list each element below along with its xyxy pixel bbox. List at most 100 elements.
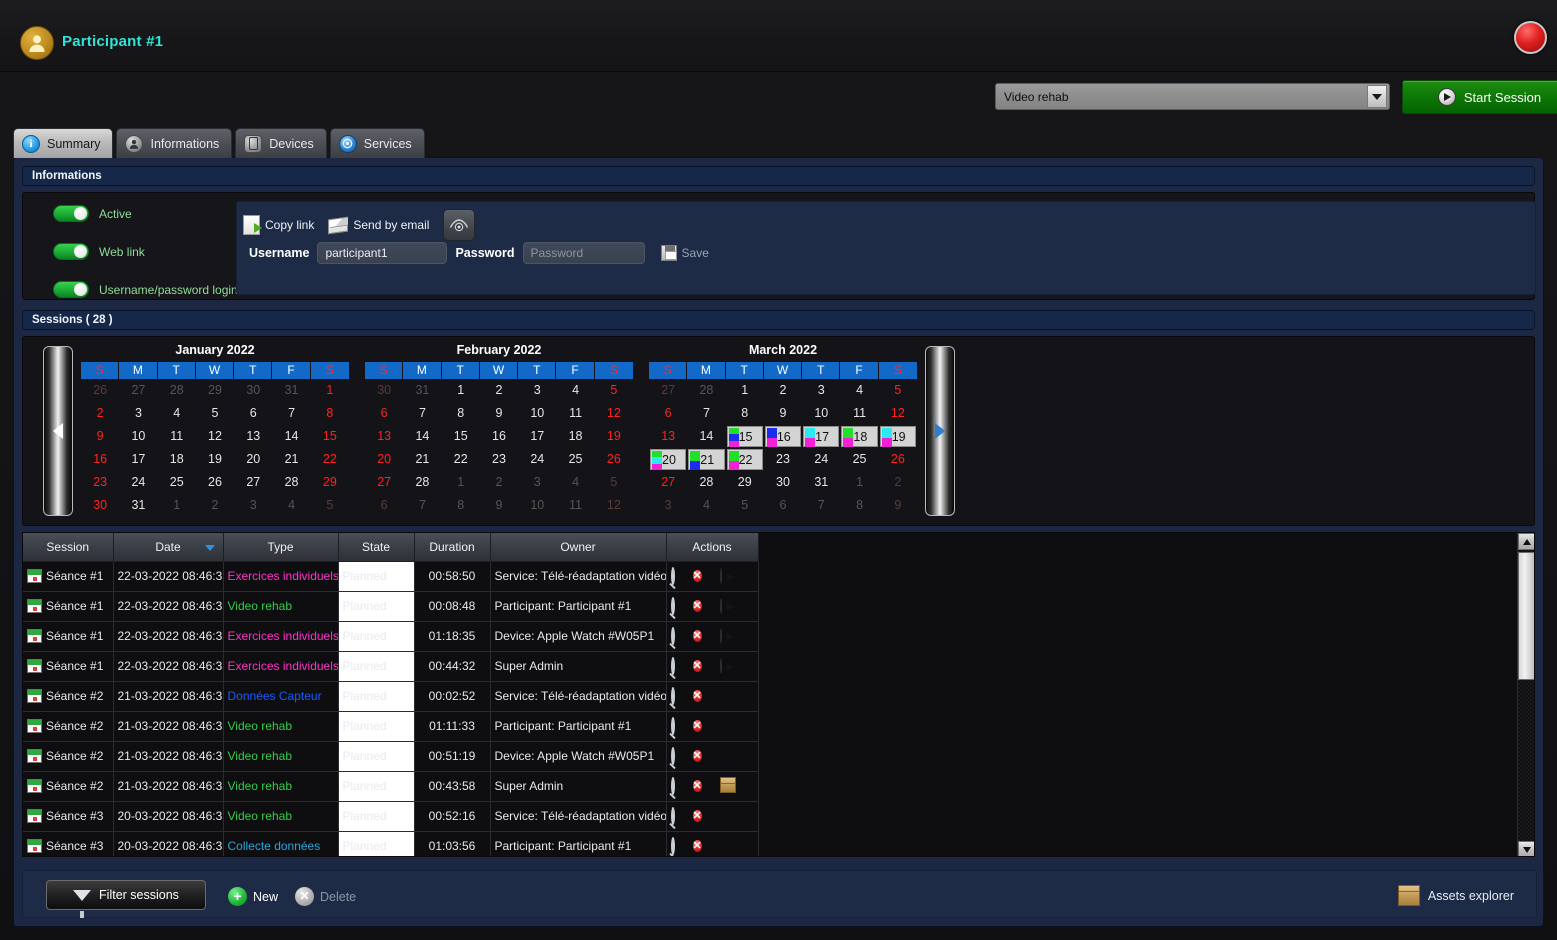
- delete-session-icon[interactable]: ✕: [692, 718, 702, 735]
- calendar-day[interactable]: 31: [119, 494, 157, 517]
- calendar-day[interactable]: 24: [802, 448, 840, 471]
- calendar-day[interactable]: 2: [196, 494, 234, 517]
- calendar-day[interactable]: 16: [81, 448, 119, 471]
- calendar-day[interactable]: 7: [403, 494, 441, 517]
- calendar-day-marked[interactable]: 19: [879, 426, 916, 447]
- calendar-day[interactable]: 5: [879, 379, 917, 402]
- calendar-day[interactable]: 5: [726, 494, 764, 517]
- tab-summary[interactable]: i Summary: [13, 128, 114, 158]
- calendar-day[interactable]: 7: [802, 494, 840, 517]
- calendar-day[interactable]: 13: [234, 425, 272, 448]
- calendar-day[interactable]: 2: [480, 379, 518, 402]
- calendar-day[interactable]: 6: [365, 494, 403, 517]
- view-session-icon[interactable]: [670, 657, 675, 675]
- calendar-day[interactable]: 5: [196, 402, 234, 425]
- calendar-day[interactable]: 16: [480, 425, 518, 448]
- calendar-day-marked[interactable]: 22: [726, 449, 763, 470]
- view-session-icon[interactable]: [670, 687, 675, 705]
- calendar-day[interactable]: 9: [879, 494, 917, 517]
- calendar-day[interactable]: 1: [442, 379, 480, 402]
- calendar-day[interactable]: 26: [879, 448, 917, 471]
- calendar-day[interactable]: 22: [311, 448, 349, 471]
- calendar-day-marked[interactable]: 20: [650, 449, 687, 470]
- calendar-day[interactable]: 27: [234, 471, 272, 494]
- calendar-day[interactable]: 11: [158, 425, 196, 448]
- calendar-day[interactable]: 27: [649, 379, 687, 402]
- calendar-day[interactable]: 10: [119, 425, 157, 448]
- calendar-day[interactable]: 23: [764, 448, 802, 471]
- calendar-day[interactable]: 3: [649, 494, 687, 517]
- password-input[interactable]: Password: [522, 242, 645, 264]
- view-session-icon[interactable]: [670, 837, 675, 855]
- calendar-day[interactable]: 4: [556, 471, 594, 494]
- calendar-day[interactable]: 12: [879, 402, 917, 425]
- calendar-day[interactable]: 8: [311, 402, 349, 425]
- calendar-day[interactable]: 12: [595, 494, 633, 517]
- view-session-icon[interactable]: [670, 717, 675, 735]
- calendar-day[interactable]: 7: [272, 402, 310, 425]
- session-type-select[interactable]: Video rehab: [995, 83, 1390, 110]
- calendar-day[interactable]: 30: [365, 379, 403, 402]
- chevron-down-icon[interactable]: [1367, 85, 1387, 108]
- calendar-day[interactable]: 2: [81, 402, 119, 425]
- table-header-duration[interactable]: Duration: [414, 533, 491, 562]
- calendar-day[interactable]: 8: [442, 494, 480, 517]
- calendar-day[interactable]: 17: [119, 448, 157, 471]
- calendar-day[interactable]: 22: [442, 448, 480, 471]
- calendar-day[interactable]: 7: [403, 402, 441, 425]
- calendar-day[interactable]: 5: [595, 471, 633, 494]
- calendar-day[interactable]: 28: [687, 471, 725, 494]
- calendar-day[interactable]: 21: [403, 448, 441, 471]
- record-dot-icon[interactable]: [1514, 21, 1547, 54]
- table-row[interactable]: Séance #3 20-03-2022 08:46:35 Video rehab P…: [23, 801, 759, 832]
- calendar-day[interactable]: 11: [556, 494, 594, 517]
- assets-box-icon[interactable]: [719, 776, 736, 796]
- calendar-day[interactable]: 9: [764, 402, 802, 425]
- calendar-day[interactable]: 31: [802, 471, 840, 494]
- calendar-day[interactable]: 19: [595, 425, 633, 448]
- calendar-day[interactable]: 27: [649, 471, 687, 494]
- calendar-day-marked[interactable]: 21: [688, 449, 725, 470]
- table-row[interactable]: Séance #1 22-03-2022 08:46:35 Exercices in…: [23, 651, 759, 682]
- calendar-day[interactable]: 11: [556, 402, 594, 425]
- calendar-day[interactable]: 4: [840, 379, 878, 402]
- calendar-day[interactable]: 11: [840, 402, 878, 425]
- calendar-day[interactable]: 6: [234, 402, 272, 425]
- delete-session-icon[interactable]: ✕: [692, 598, 702, 615]
- calendar-day[interactable]: 27: [365, 471, 403, 494]
- calendar-day[interactable]: 8: [442, 402, 480, 425]
- calendar-day[interactable]: 6: [764, 494, 802, 517]
- calendar-day[interactable]: 17: [518, 425, 556, 448]
- eye-icon[interactable]: [443, 209, 476, 241]
- run-session-icon[interactable]: [719, 598, 722, 614]
- start-session-button[interactable]: Start Session: [1402, 80, 1557, 114]
- calendar-day[interactable]: 10: [518, 494, 556, 517]
- tab-devices[interactable]: Devices: [235, 128, 327, 158]
- username-input[interactable]: participant1: [317, 242, 448, 264]
- delete-session-button[interactable]: ✕ Delete: [295, 887, 356, 906]
- calendar-day[interactable]: 25: [556, 448, 594, 471]
- calendar-day[interactable]: 2: [480, 471, 518, 494]
- new-session-button[interactable]: + New: [228, 887, 278, 906]
- calendar-day[interactable]: 10: [802, 402, 840, 425]
- table-header-date[interactable]: Date: [113, 533, 224, 562]
- table-row[interactable]: Séance #3 20-03-2022 08:46:35 Collecte don…: [23, 831, 759, 856]
- calendar-day[interactable]: 30: [234, 379, 272, 402]
- calendar-day[interactable]: 26: [81, 379, 119, 402]
- calendar-day[interactable]: 1: [158, 494, 196, 517]
- calendar-day[interactable]: 12: [595, 402, 633, 425]
- calendar-day[interactable]: 25: [158, 471, 196, 494]
- table-row[interactable]: Séance #1 22-03-2022 08:46:35 Video rehab P…: [23, 591, 759, 622]
- calendar-day[interactable]: 8: [840, 494, 878, 517]
- calendar-day[interactable]: 3: [119, 402, 157, 425]
- calendar-day[interactable]: 4: [687, 494, 725, 517]
- weblink-toggle[interactable]: [53, 243, 89, 260]
- calendar-day[interactable]: 15: [311, 425, 349, 448]
- delete-session-icon[interactable]: ✕: [692, 778, 702, 795]
- calendar-day[interactable]: 26: [196, 471, 234, 494]
- calendar-day[interactable]: 13: [649, 425, 687, 448]
- delete-session-icon[interactable]: ✕: [692, 688, 702, 705]
- calendar-next-button[interactable]: [925, 346, 955, 516]
- calendar-day[interactable]: 18: [158, 448, 196, 471]
- calendar-day[interactable]: 14: [687, 425, 725, 448]
